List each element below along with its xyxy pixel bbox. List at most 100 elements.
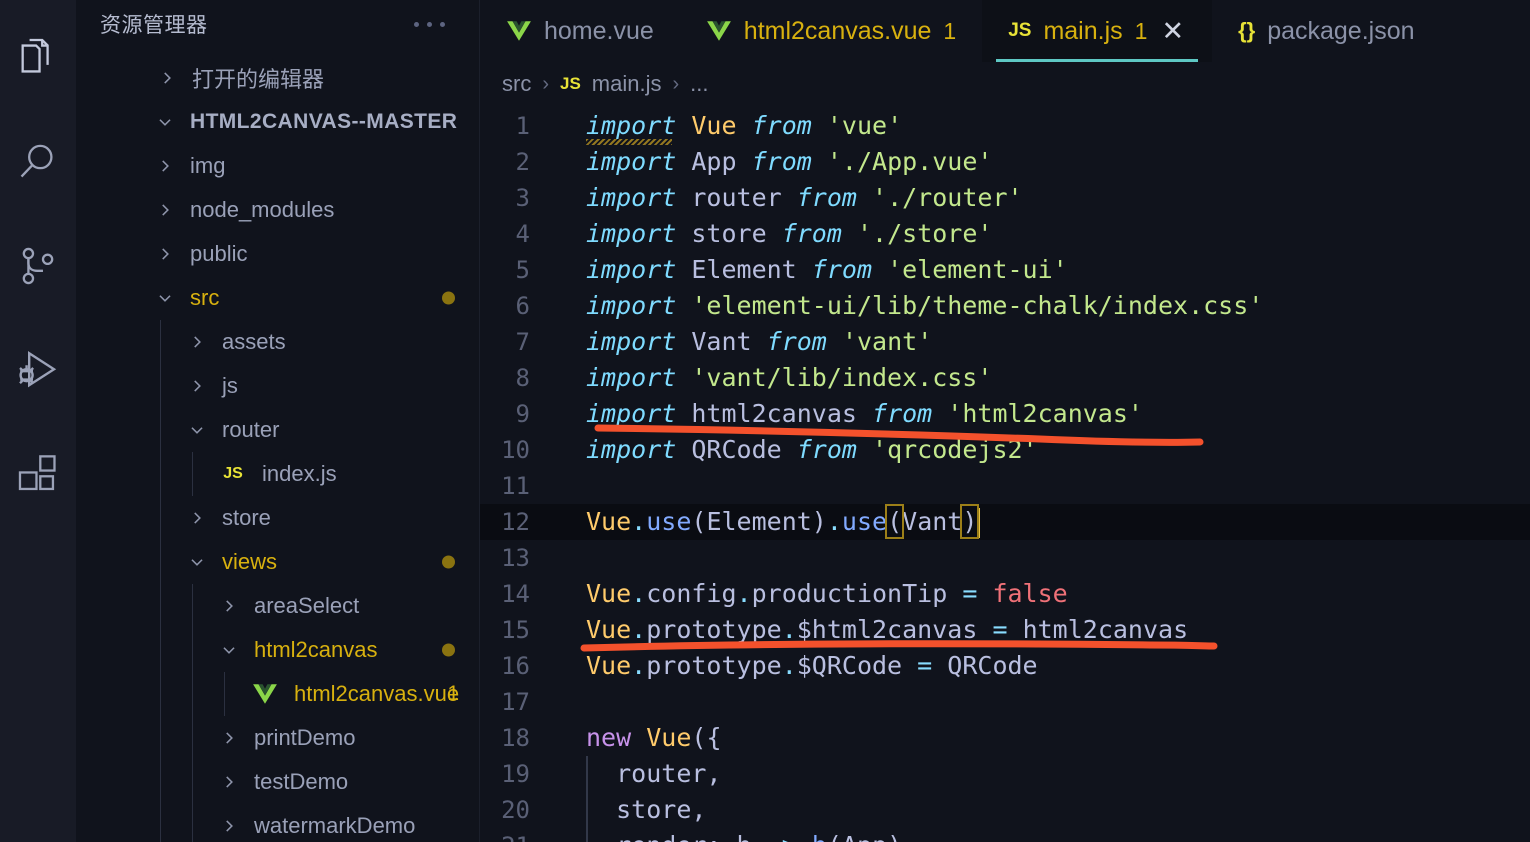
tree-section-workspace-root[interactable]: HTML2CANVAS--MASTER <box>76 100 479 144</box>
line-number: 7 <box>515 328 530 356</box>
tree-section-open-editors[interactable]: 打开的编辑器 <box>76 56 479 100</box>
explorer-more-actions-button[interactable] <box>408 16 451 33</box>
code-line-text: Vue.prototype.$QRCode = QRCode <box>586 651 1038 680</box>
line-number: 9 <box>515 400 530 428</box>
run-debug-icon[interactable] <box>0 318 76 422</box>
tree-item-store[interactable]: store <box>76 496 479 540</box>
code-line[interactable]: 2 import App from './App.vue' <box>480 144 1530 180</box>
vscode-window: 资源管理器 打开的编辑器 HTML2CANVAS--MASTER img node… <box>0 0 1530 842</box>
extensions-icon[interactable] <box>0 422 76 526</box>
code-line-text: import 'vant/lib/index.css' <box>586 363 993 392</box>
tree-item-watermarkdemo[interactable]: watermarkDemo <box>76 804 479 842</box>
close-icon[interactable]: ✕ <box>1159 17 1186 45</box>
tree-indent-guide <box>160 320 161 364</box>
tree-item-html2canvas[interactable]: html2canvas <box>76 628 479 672</box>
tree-item-areaselect[interactable]: areaSelect <box>76 584 479 628</box>
code-line[interactable]: 20 store, <box>480 792 1530 828</box>
breadcrumb-item-src[interactable]: src <box>502 71 531 97</box>
modified-badge <box>442 291 455 305</box>
code-editor[interactable]: 1 import Vue from 'vue' 2 import App from '… <box>480 106 1530 842</box>
tree-indent-guide <box>192 584 193 628</box>
tree-item-src[interactable]: src <box>76 276 479 320</box>
problem-count-badge: 1 <box>447 682 459 705</box>
chevron-right-icon <box>216 729 242 747</box>
tree-item-testdemo[interactable]: testDemo <box>76 760 479 804</box>
tree-item-label: router <box>222 417 280 442</box>
code-line[interactable]: 10 import QRCode from 'qrcodejs2' <box>480 432 1530 468</box>
editor-tab-package-json[interactable]: {} package.json <box>1212 0 1440 62</box>
tree-indent-guide <box>160 672 161 716</box>
explorer-icon[interactable] <box>0 6 76 110</box>
chevron-right-icon <box>216 597 242 615</box>
tree-item-label: js <box>222 373 238 398</box>
code-line[interactable]: 15 Vue.prototype.$html2canvas = html2canv… <box>480 612 1530 648</box>
tree-item-router[interactable]: router <box>76 408 479 452</box>
tree-indent-guide <box>224 672 225 716</box>
code-line-text: Vue.config.productionTip = false <box>586 579 1068 608</box>
line-number: 10 <box>501 436 530 464</box>
tree-indent-guide <box>160 804 161 842</box>
tree-indent-guide <box>160 628 161 672</box>
tree-item-img[interactable]: img <box>76 144 479 188</box>
editor-tab-main-js[interactable]: JS main.js 1 ✕ <box>982 0 1213 62</box>
code-line[interactable]: 21 render: h => h(App) <box>480 828 1530 842</box>
code-line[interactable]: 13 <box>480 540 1530 576</box>
code-line-text: import Vue from 'vue' <box>586 111 903 140</box>
code-line[interactable]: 3 import router from './router' <box>480 180 1530 216</box>
tree-label: 打开的编辑器 <box>192 68 325 93</box>
search-icon[interactable] <box>0 110 76 214</box>
code-line[interactable]: 7 import Vant from 'vant' <box>480 324 1530 360</box>
code-line[interactable]: 11 <box>480 468 1530 504</box>
code-line[interactable]: 17 <box>480 684 1530 720</box>
code-line[interactable]: 18 new Vue({ <box>480 720 1530 756</box>
code-line-text: import router from './router' <box>586 183 1023 212</box>
tree-item-index-js[interactable]: JS index.js <box>76 452 479 496</box>
breadcrumb-item-symbols[interactable]: ... <box>690 71 708 97</box>
code-line[interactable]: 1 import Vue from 'vue' <box>480 108 1530 145</box>
tab-label: main.js <box>1043 16 1123 45</box>
indent-guide <box>586 792 588 828</box>
chevron-right-icon <box>216 773 242 791</box>
tree-indent-guide <box>160 584 161 628</box>
tree-item-label: src <box>190 285 220 310</box>
code-line[interactable]: 9 import html2canvas from 'html2canvas' <box>480 396 1530 432</box>
code-line[interactable]: 6 import 'element-ui/lib/theme-chalk/inde… <box>480 288 1530 324</box>
line-number: 4 <box>515 220 530 248</box>
tree-item-label: areaSelect <box>254 593 360 618</box>
chevron-right-icon <box>184 333 210 351</box>
code-line[interactable]: 8 import 'vant/lib/index.css' <box>480 360 1530 396</box>
code-line-text: import App from './App.vue' <box>586 147 993 176</box>
line-number: 5 <box>515 256 530 284</box>
tree-item-assets[interactable]: assets <box>76 320 479 364</box>
file-tree: 打开的编辑器 HTML2CANVAS--MASTER img node_modul… <box>76 48 479 842</box>
code-line[interactable]: 14 Vue.config.productionTip = false <box>480 576 1530 612</box>
code-line[interactable]: 16 Vue.prototype.$QRCode = QRCode <box>480 648 1530 684</box>
modified-badge <box>442 643 455 657</box>
code-line[interactable]: 12 Vue.use(Element).use(Vant) <box>480 504 1530 540</box>
editor-tab-home-vue[interactable]: home.vue <box>480 0 680 62</box>
tree-indent-guide <box>192 452 193 496</box>
line-number: 1 <box>515 112 530 140</box>
editor-tab-html2canvas-vue[interactable]: html2canvas.vue 1 <box>680 0 982 62</box>
code-line[interactable]: 19 router, <box>480 756 1530 792</box>
tree-item-label: html2canvas.vue <box>294 681 460 706</box>
tree-item-printdemo[interactable]: printDemo <box>76 716 479 760</box>
source-control-icon[interactable] <box>0 214 76 318</box>
tree-item-html2canvas-vue[interactable]: html2canvas.vue 1 <box>76 672 479 716</box>
line-number: 18 <box>501 724 530 752</box>
tree-indent-guide <box>160 364 161 408</box>
chevron-down-icon <box>216 641 242 659</box>
tree-item-label: views <box>222 549 278 574</box>
tree-item-js[interactable]: js <box>76 364 479 408</box>
tree-item-views[interactable]: views <box>76 540 479 584</box>
code-line[interactable]: 5 import Element from 'element-ui' <box>480 252 1530 288</box>
explorer-header: 资源管理器 <box>76 0 479 48</box>
chevron-down-icon <box>184 553 210 571</box>
code-line[interactable]: 4 import store from './store' <box>480 216 1530 252</box>
chevron-down-icon <box>184 421 210 439</box>
tree-item-public[interactable]: public <box>76 232 479 276</box>
tree-item-label: node_modules <box>190 197 335 222</box>
chevron-right-icon <box>152 157 178 175</box>
tree-item-node-modules[interactable]: node_modules <box>76 188 479 232</box>
breadcrumb-item-file[interactable]: main.js <box>592 71 662 97</box>
